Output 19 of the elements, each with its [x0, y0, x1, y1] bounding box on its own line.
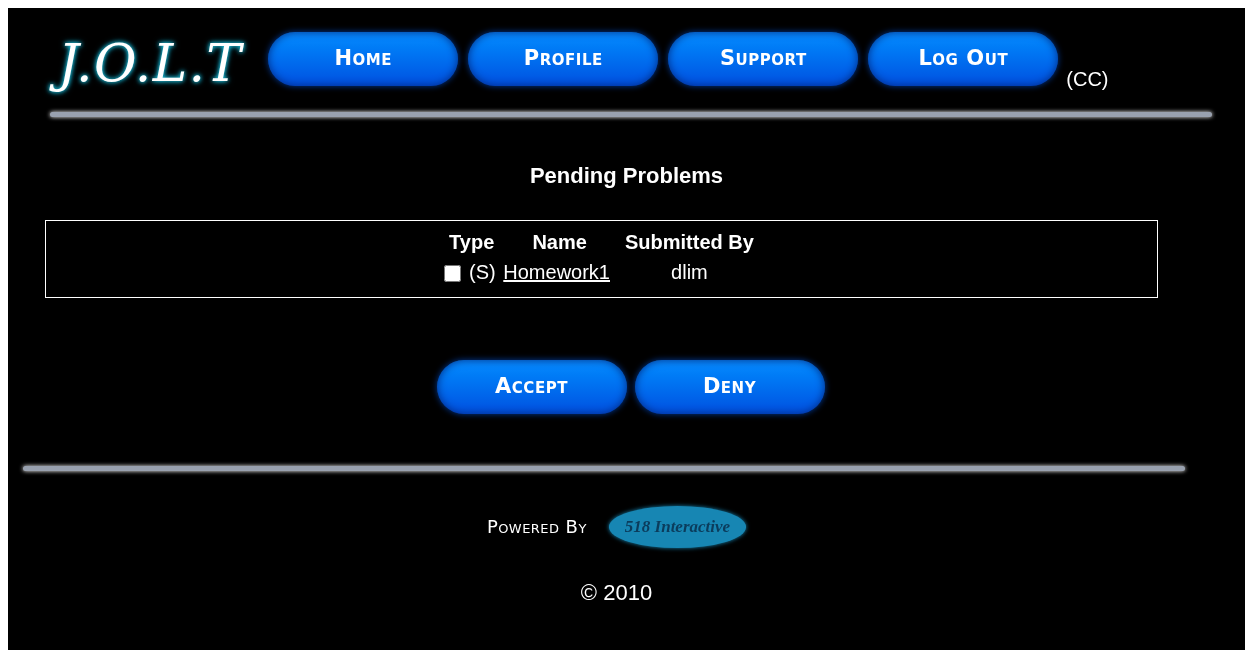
nav-button[interactable]: Profile: [468, 32, 659, 86]
deny-button[interactable]: Deny: [634, 360, 825, 414]
partner-logo[interactable]: 518 Interactive: [608, 506, 747, 548]
submitter-name: dlim: [671, 261, 708, 283]
powered-by-label: Powered By: [486, 515, 587, 540]
accept-button[interactable]: Accept: [436, 360, 627, 414]
nav-button[interactable]: Log Out: [868, 32, 1059, 86]
column-header: Submitted By: [624, 230, 755, 255]
problem-link[interactable]: Homework1: [503, 261, 610, 283]
column-header: Name: [531, 230, 588, 255]
nav-button[interactable]: Home: [268, 32, 459, 86]
page-heading: Pending Problems: [528, 162, 725, 190]
copyright-text: © 2010: [579, 578, 654, 607]
site-logo: J.O.L.T: [48, 27, 253, 98]
type-label: (S): [469, 261, 496, 283]
column-header: Type: [448, 230, 496, 255]
row-checkbox[interactable]: [444, 265, 462, 283]
nav-button[interactable]: Support: [668, 32, 859, 86]
cc-label: (CC): [1066, 67, 1109, 92]
